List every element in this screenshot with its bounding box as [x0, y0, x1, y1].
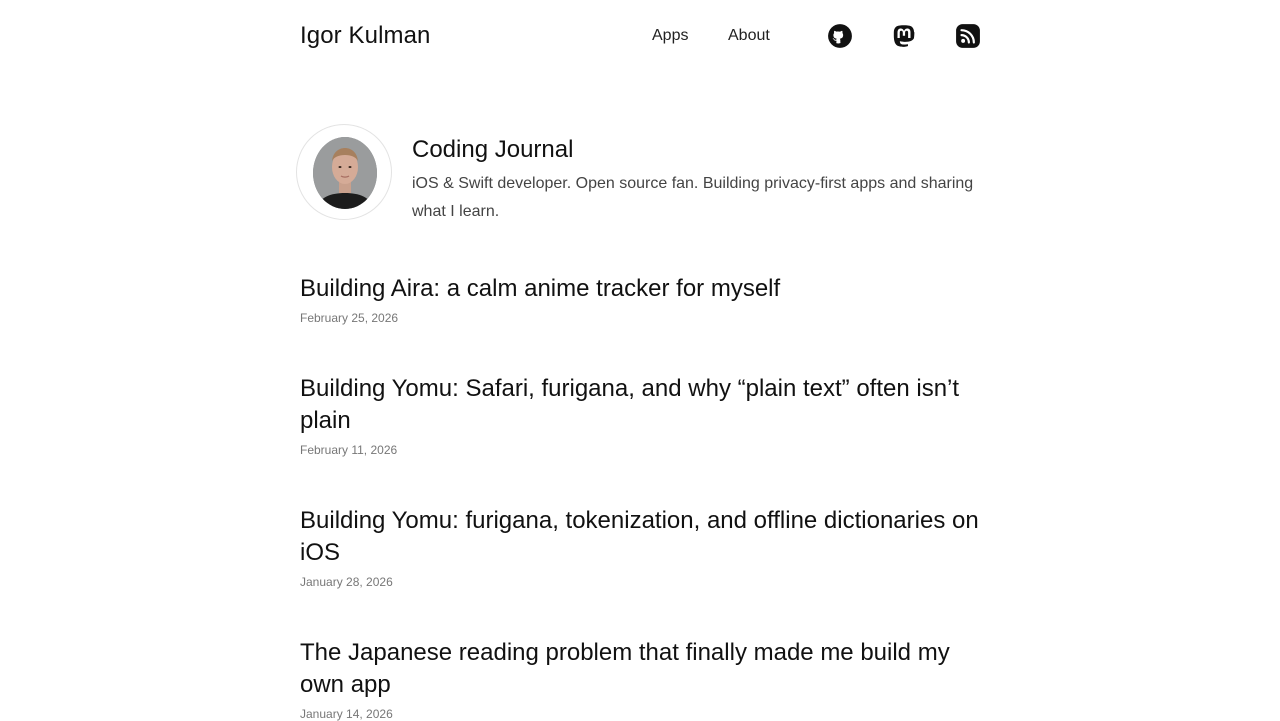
post-date: February 25, 2026	[300, 311, 399, 325]
github-icon[interactable]	[827, 23, 853, 49]
post-date: February 11, 2026	[300, 443, 398, 457]
post-item: Building Yomu: Safari, furigana, and why…	[300, 373, 990, 457]
post-date: January 28, 2026	[300, 575, 393, 589]
profile-section: Coding Journal iOS & Swift developer. Op…	[296, 124, 986, 224]
rss-icon[interactable]	[955, 23, 981, 49]
nav-item-apps[interactable]: Apps	[652, 27, 688, 45]
post-item: Building Aira: a calm anime tracker for …	[300, 273, 780, 325]
avatar-frame	[296, 124, 392, 220]
post-item: The Japanese reading problem that finall…	[300, 637, 990, 721]
post-date: January 14, 2026	[300, 707, 393, 721]
site-header: Igor Kulman Apps About	[300, 0, 980, 72]
blog-title: Coding Journal	[412, 136, 574, 163]
post-item: Building Yomu: furigana, tokenization, a…	[300, 505, 990, 589]
avatar	[313, 137, 377, 209]
blog-description: iOS & Swift developer. Open source fan. …	[412, 175, 974, 220]
post-title-link[interactable]: Building Yomu: furigana, tokenization, a…	[300, 505, 990, 569]
mastodon-icon[interactable]	[891, 23, 917, 49]
post-title-link[interactable]: Building Yomu: Safari, furigana, and why…	[300, 373, 990, 437]
post-title-link[interactable]: Building Aira: a calm anime tracker for …	[300, 273, 780, 305]
post-title-link[interactable]: The Japanese reading problem that finall…	[300, 637, 990, 701]
nav-item-about[interactable]: About	[728, 27, 770, 45]
site-title-link[interactable]: Igor Kulman	[300, 22, 431, 50]
